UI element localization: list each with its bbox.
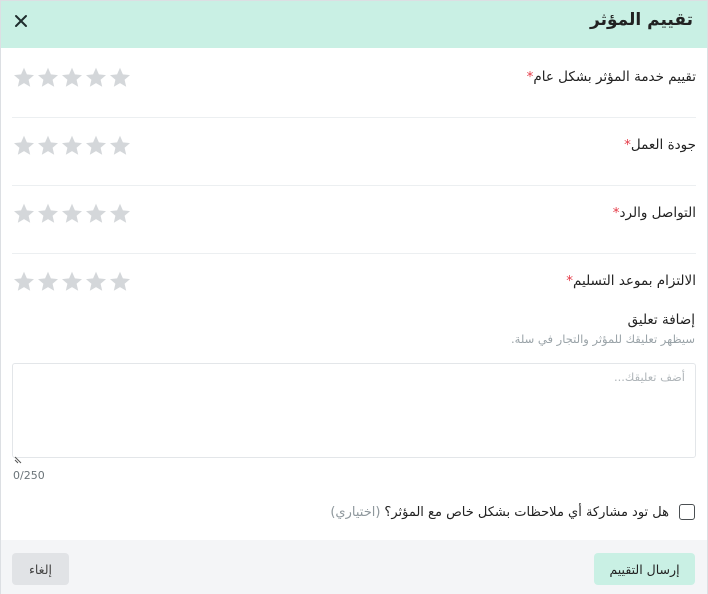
star-rating[interactable] (12, 202, 132, 226)
required-mark: * (612, 205, 620, 221)
character-counter: 0/250 (13, 469, 45, 482)
star-icon[interactable] (60, 134, 84, 158)
star-icon[interactable] (36, 202, 60, 226)
star-icon[interactable] (108, 66, 132, 90)
star-icon[interactable] (36, 270, 60, 294)
star-icon[interactable] (60, 202, 84, 226)
rating-row: الالتزام بموعد التسليم* (12, 253, 696, 321)
modal-header: تقييم المؤثر (1, 1, 707, 48)
star-icon[interactable] (60, 66, 84, 90)
star-icon[interactable] (84, 270, 108, 294)
rating-label-text: جودة العمل (630, 137, 696, 153)
star-icon[interactable] (12, 66, 36, 90)
rating-label-text: التواصل والرد (619, 205, 697, 221)
star-icon[interactable] (108, 134, 132, 158)
star-icon[interactable] (108, 270, 132, 294)
star-icon[interactable] (84, 202, 108, 226)
comment-hint: سيظهر تعليقك للمؤثر والتجار في سلة. (511, 332, 695, 346)
rating-row: جودة العمل* (12, 117, 696, 186)
required-mark: * (624, 137, 631, 153)
cancel-button[interactable]: إلغاء (12, 553, 69, 585)
star-icon[interactable] (60, 270, 84, 294)
rating-label: الالتزام بموعد التسليم* (563, 273, 696, 289)
star-icon[interactable] (12, 270, 36, 294)
star-icon[interactable] (12, 202, 36, 226)
private-notes-checkbox[interactable] (679, 504, 695, 520)
resize-handle-icon[interactable] (14, 449, 22, 464)
star-icon[interactable] (36, 134, 60, 158)
private-notes-option[interactable]: هل تود مشاركة أي ملاحظات بشكل خاص مع الم… (330, 502, 695, 522)
star-icon[interactable] (36, 66, 60, 90)
star-icon[interactable] (84, 66, 108, 90)
rating-row: تقييم خدمة المؤثر بشكل عام* (12, 49, 696, 118)
close-icon[interactable] (10, 10, 32, 32)
comment-input[interactable] (12, 363, 696, 458)
comment-title: إضافة تعليق (627, 312, 695, 328)
star-icon[interactable] (108, 202, 132, 226)
modal-title: تقييم المؤثر (590, 10, 693, 30)
rating-row: التواصل والرد* (12, 185, 696, 254)
star-icon[interactable] (84, 134, 108, 158)
rating-label-text: تقييم خدمة المؤثر بشكل عام (533, 69, 696, 85)
optional-tag: (اختياري) (330, 504, 381, 520)
rating-label-text: الالتزام بموعد التسليم (573, 273, 696, 289)
star-rating[interactable] (12, 66, 132, 90)
rating-modal: تقييم المؤثر تقييم خدمة المؤثر بشكل عام*… (0, 0, 708, 594)
star-icon[interactable] (12, 134, 36, 158)
rating-label: جودة العمل* (621, 137, 696, 153)
submit-rating-button[interactable]: إرسال التقييم (594, 553, 695, 585)
private-notes-label: هل تود مشاركة أي ملاحظات بشكل خاص مع الم… (384, 504, 669, 520)
modal-footer: إرسال التقييم إلغاء (1, 540, 707, 594)
star-rating[interactable] (12, 270, 132, 294)
rating-label: تقييم خدمة المؤثر بشكل عام* (524, 69, 696, 85)
star-rating[interactable] (12, 134, 132, 158)
rating-label: التواصل والرد* (610, 205, 696, 221)
